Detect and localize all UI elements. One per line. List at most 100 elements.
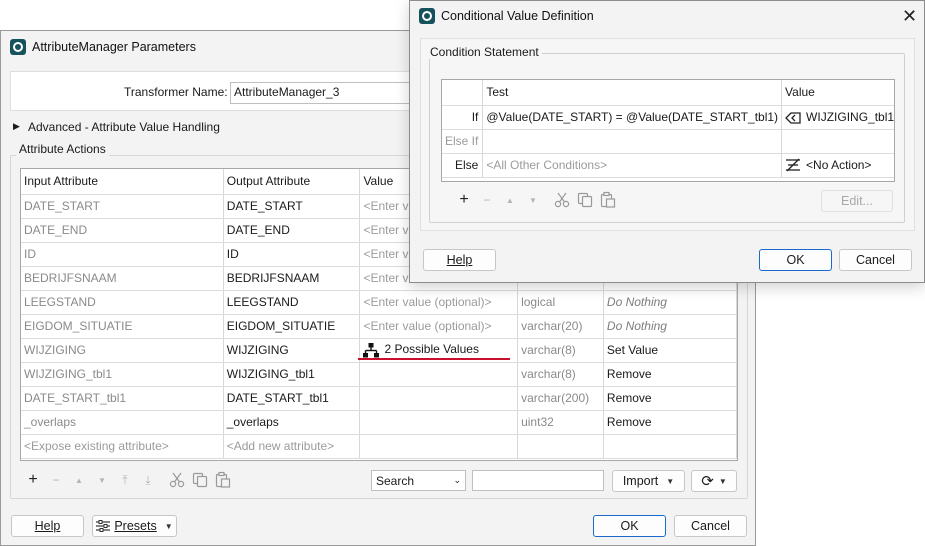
- table-row[interactable]: _overlaps _overlaps uint32 Remove: [21, 410, 737, 435]
- app-logo-icon: [10, 39, 26, 55]
- expand-arrow-icon[interactable]: ▶: [13, 121, 20, 132]
- add-attribute-cell[interactable]: <Add new attribute>: [223, 434, 361, 459]
- input-attribute-cell[interactable]: WIJZIGING_tbl1: [21, 362, 224, 387]
- value-cell[interactable]: [359, 410, 519, 435]
- import-button[interactable]: Import ▼: [612, 470, 685, 492]
- paste-icon[interactable]: [214, 471, 232, 489]
- input-attribute-cell[interactable]: BEDRIJFSNAAM: [21, 266, 224, 291]
- cond-cancel-button[interactable]: Cancel: [839, 249, 912, 271]
- remove-condition-icon[interactable]: −: [478, 191, 496, 209]
- action-cell[interactable]: Remove: [603, 362, 737, 387]
- output-attribute-cell[interactable]: DATE_END: [223, 218, 361, 243]
- output-attribute-cell[interactable]: DATE_START_tbl1: [223, 386, 361, 411]
- copy-icon[interactable]: [191, 471, 209, 489]
- move-down-icon[interactable]: ▼: [524, 191, 542, 209]
- cancel-label: Cancel: [691, 519, 730, 533]
- value-cell[interactable]: [359, 362, 519, 387]
- search-scope-select[interactable]: Search ⌄: [371, 470, 466, 491]
- if-value-cell[interactable]: WIJZIGING_tbl1: [781, 105, 894, 130]
- type-cell[interactable]: varchar(20): [517, 314, 604, 339]
- condition-row-else[interactable]: Else <All Other Conditions> <No Action>: [442, 153, 894, 178]
- presets-icon: [96, 520, 111, 532]
- table-row[interactable]: LEEGSTAND LEEGSTAND <Enter value (option…: [21, 290, 737, 315]
- expose-attribute-cell[interactable]: <Expose existing attribute>: [21, 434, 224, 459]
- cond-ok-button[interactable]: OK: [759, 249, 832, 271]
- input-attribute-cell[interactable]: WIJZIGING: [21, 338, 224, 363]
- transformer-name-input[interactable]: AttributeManager_3: [230, 82, 420, 104]
- condition-row-if[interactable]: If @Value(DATE_START) = @Value(DATE_STAR…: [442, 105, 894, 130]
- input-attribute-cell[interactable]: _overlaps: [21, 410, 224, 435]
- type-cell[interactable]: uint32: [517, 410, 604, 435]
- output-attribute-cell[interactable]: ID: [223, 242, 361, 267]
- move-up-icon[interactable]: ▲: [70, 471, 88, 489]
- refresh-menu-button[interactable]: ⟳ ▼: [691, 470, 737, 492]
- value-cell[interactable]: [359, 434, 519, 459]
- output-attribute-cell[interactable]: DATE_START: [223, 194, 361, 219]
- presets-button[interactable]: Presets ▼: [92, 515, 177, 537]
- type-cell[interactable]: varchar(8): [517, 338, 604, 363]
- input-attribute-cell[interactable]: EIGDOM_SITUATIE: [21, 314, 224, 339]
- input-attribute-cell[interactable]: DATE_START_tbl1: [21, 386, 224, 411]
- output-attribute-cell[interactable]: WIJZIGING: [223, 338, 361, 363]
- move-bottom-icon[interactable]: ⤓: [139, 471, 157, 489]
- column-header-input[interactable]: Input Attribute: [21, 169, 224, 195]
- cancel-button[interactable]: Cancel: [674, 515, 747, 537]
- advanced-section-toggle[interactable]: Advanced - Attribute Value Handling: [28, 120, 220, 134]
- edit-button[interactable]: Edit...: [821, 190, 893, 212]
- if-test-cell[interactable]: @Value(DATE_START) = @Value(DATE_START_t…: [482, 105, 783, 130]
- search-input[interactable]: [472, 470, 604, 491]
- output-attribute-cell[interactable]: EIGDOM_SITUATIE: [223, 314, 361, 339]
- action-cell[interactable]: Remove: [603, 410, 737, 435]
- cond-titlebar[interactable]: Conditional Value Definition ✕: [410, 1, 924, 33]
- move-down-icon[interactable]: ▼: [93, 471, 111, 489]
- output-attribute-cell[interactable]: BEDRIJFSNAAM: [223, 266, 361, 291]
- else-test-cell[interactable]: <All Other Conditions>: [482, 153, 783, 178]
- cond-help-button[interactable]: Help: [423, 249, 496, 271]
- condition-panel: Condition Statement Test Value If @Value…: [420, 38, 915, 231]
- cut-icon[interactable]: [168, 471, 186, 489]
- add-row-icon[interactable]: +: [24, 471, 42, 489]
- action-cell[interactable]: Set Value: [603, 338, 737, 363]
- input-attribute-cell[interactable]: DATE_START: [21, 194, 224, 219]
- input-attribute-cell[interactable]: ID: [21, 242, 224, 267]
- input-attribute-cell[interactable]: LEEGSTAND: [21, 290, 224, 315]
- output-attribute-cell[interactable]: LEEGSTAND: [223, 290, 361, 315]
- else-if-value-cell[interactable]: [781, 129, 894, 154]
- close-icon[interactable]: ✕: [902, 7, 917, 25]
- type-cell[interactable]: varchar(8): [517, 362, 604, 387]
- remove-row-icon[interactable]: −: [47, 471, 65, 489]
- value-cell[interactable]: <Enter value (optional)>: [359, 290, 519, 315]
- move-top-icon[interactable]: ⤒: [116, 471, 134, 489]
- type-cell[interactable]: [517, 434, 604, 459]
- main-dialog-title: AttributeManager Parameters: [32, 40, 196, 54]
- output-attribute-cell[interactable]: WIJZIGING_tbl1: [223, 362, 361, 387]
- move-up-icon[interactable]: ▲: [501, 191, 519, 209]
- help-button[interactable]: Help: [11, 515, 84, 537]
- table-row[interactable]: DATE_START_tbl1 DATE_START_tbl1 varchar(…: [21, 386, 737, 411]
- search-scope-value: Search: [376, 473, 415, 488]
- chevron-down-icon: ⌄: [453, 475, 461, 485]
- type-cell[interactable]: logical: [517, 290, 604, 315]
- value-cell[interactable]: <Enter value (optional)>: [359, 314, 519, 339]
- table-row[interactable]: WIJZIGING_tbl1 WIJZIGING_tbl1 varchar(8)…: [21, 362, 737, 387]
- ok-button[interactable]: OK: [593, 515, 666, 537]
- column-header-output[interactable]: Output Attribute: [223, 169, 361, 195]
- action-cell[interactable]: Do Nothing: [603, 290, 737, 315]
- copy-icon[interactable]: [576, 191, 594, 209]
- app-logo-icon: [419, 8, 435, 24]
- action-cell[interactable]: Remove: [603, 386, 737, 411]
- condition-row-elseif[interactable]: Else If: [442, 129, 894, 154]
- output-attribute-cell[interactable]: _overlaps: [223, 410, 361, 435]
- value-cell[interactable]: [359, 386, 519, 411]
- input-attribute-cell[interactable]: DATE_END: [21, 218, 224, 243]
- else-value-cell[interactable]: <No Action>: [781, 153, 894, 178]
- paste-icon[interactable]: [599, 191, 617, 209]
- type-cell[interactable]: varchar(200): [517, 386, 604, 411]
- table-row[interactable]: EIGDOM_SITUATIE EIGDOM_SITUATIE <Enter v…: [21, 314, 737, 339]
- action-cell[interactable]: Do Nothing: [603, 314, 737, 339]
- table-row[interactable]: <Expose existing attribute> <Add new att…: [21, 434, 737, 459]
- action-cell[interactable]: [603, 434, 737, 459]
- add-condition-icon[interactable]: +: [455, 191, 473, 209]
- else-if-test-cell[interactable]: [482, 129, 783, 154]
- cut-icon[interactable]: [553, 191, 571, 209]
